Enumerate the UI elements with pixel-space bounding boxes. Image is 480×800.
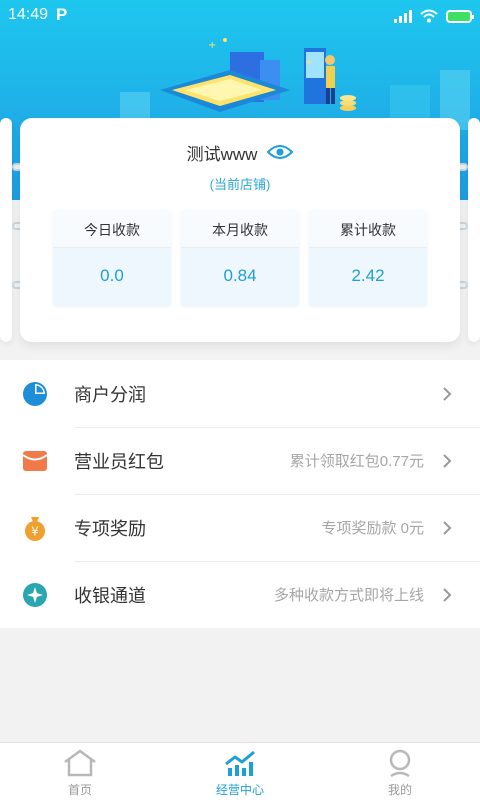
stat-label: 累计收款 [340, 222, 396, 238]
revenue-stats: 今日收款 0.0 本月收款 0.84 累计收款 2.42 [53, 210, 430, 306]
home-icon [64, 749, 96, 777]
menu-item-label: 专项奖励 [74, 519, 146, 539]
bottom-tab-bar: 首页 经营中心 我的 [0, 742, 480, 800]
chevron-right-icon [443, 521, 452, 535]
stat-month: 本月收款 0.84 [181, 210, 299, 306]
stat-label: 今日收款 [84, 222, 140, 238]
svg-text:+: + [208, 40, 216, 51]
shop-header: 测试www [20, 138, 460, 166]
tab-business-center[interactable]: 经营中心 [160, 743, 320, 800]
card-edge-left [0, 118, 12, 342]
current-shop-label: (当前店铺) [209, 177, 271, 192]
app-notification-icon: P [56, 5, 68, 24]
status-time: 14:49 [8, 6, 49, 23]
chart-icon [225, 750, 255, 776]
feature-menu: 商户分润 营业员红包 累计领取红包0.77元 ¥ 专项奖励 专项奖励款 0元 收… [0, 360, 480, 628]
menu-item-merchant-profit[interactable]: 商户分润 [0, 360, 480, 427]
menu-item-label: 收银通道 [74, 586, 146, 606]
profile-icon [389, 749, 411, 778]
menu-item-label: 营业员红包 [74, 452, 164, 472]
chevron-right-icon [443, 588, 452, 602]
shop-name: 测试www [186, 144, 258, 164]
status-bar: 14:49 P [0, 0, 480, 32]
city-illustration: + + [120, 38, 470, 130]
eye-icon[interactable] [267, 144, 294, 160]
stat-total: 累计收款 2.42 [309, 210, 427, 306]
tab-label: 首页 [67, 783, 92, 797]
stat-value: 0.0 [100, 266, 124, 285]
svg-text:¥: ¥ [31, 525, 39, 539]
money-bag-icon: ¥ [25, 517, 45, 541]
menu-item-label: 商户分润 [74, 385, 146, 405]
chevron-right-icon [443, 387, 452, 401]
compass-icon [23, 583, 47, 607]
menu-item-cashier-channel[interactable]: 收银通道 多种收款方式即将上线 [0, 561, 480, 628]
battery-icon [446, 9, 474, 23]
stat-value: 2.42 [351, 266, 385, 285]
tab-label: 经营中心 [215, 783, 264, 797]
chevron-right-icon [443, 454, 452, 468]
shop-summary-card: 测试www (当前店铺) 今日收款 0.0 本月收款 0.84 累计收款 2.4… [20, 118, 460, 342]
stat-today: 今日收款 0.0 [53, 210, 171, 306]
pie-chart-icon [23, 382, 47, 406]
tab-profile[interactable]: 我的 [320, 743, 480, 800]
tab-home[interactable]: 首页 [0, 743, 160, 800]
stat-label: 本月收款 [212, 222, 268, 238]
svg-text:+: + [305, 57, 313, 68]
menu-item-staff-red-envelope[interactable]: 营业员红包 累计领取红包0.77元 [0, 427, 480, 494]
tab-label: 我的 [387, 783, 412, 797]
menu-item-detail: 专项奖励款 0元 [321, 520, 424, 537]
card-edge-right [468, 118, 480, 342]
menu-item-detail: 累计领取红包0.77元 [289, 453, 424, 470]
menu-item-detail: 多种收款方式即将上线 [273, 587, 424, 604]
menu-item-special-reward[interactable]: ¥ 专项奖励 专项奖励款 0元 [0, 494, 480, 561]
signal-icon [394, 9, 412, 23]
red-envelope-icon [22, 451, 48, 471]
stat-value: 0.84 [223, 266, 257, 285]
status-icons [394, 8, 474, 24]
wifi-icon [420, 9, 438, 23]
